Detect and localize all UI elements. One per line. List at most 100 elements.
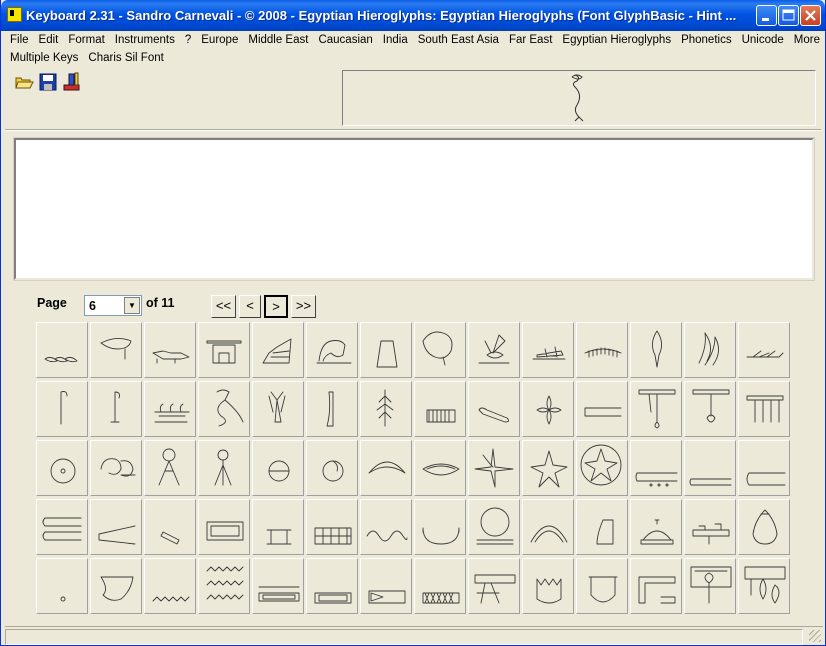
glyph-key-star-disk[interactable] <box>576 440 628 496</box>
resize-grip-icon[interactable] <box>809 630 821 642</box>
glyph-key-rectangle-slab[interactable] <box>198 499 250 555</box>
glyph-key-crown-box[interactable] <box>522 558 574 614</box>
glyph-key-stand[interactable] <box>198 440 250 496</box>
glyph-key-press-sign[interactable] <box>684 499 736 555</box>
glyph-key-loaf-corner[interactable] <box>576 499 628 555</box>
glyph-key-pufferfish[interactable] <box>414 322 466 378</box>
menu-help[interactable]: ? <box>180 32 196 46</box>
first-page-button[interactable]: << <box>211 295 236 318</box>
glyph-key-pestle[interactable] <box>144 499 196 555</box>
menu-instruments[interactable]: Instruments <box>110 32 180 46</box>
glyph-key-table-offering[interactable] <box>468 558 520 614</box>
page-select[interactable]: 6 ▼ <box>84 295 142 316</box>
menu-unicode[interactable]: Unicode <box>737 32 789 46</box>
glyph-key-house-slab[interactable] <box>252 558 304 614</box>
glyph-key-cross-hatch[interactable] <box>414 558 466 614</box>
glyph-key-crescent-moon[interactable] <box>414 440 466 496</box>
glyph-key-lotus-flower[interactable] <box>198 381 250 437</box>
menu-caucasian[interactable]: Caucasian <box>313 32 377 46</box>
glyph-key-papyrus-clump[interactable] <box>144 381 196 437</box>
glyph-key-lily-bundle[interactable] <box>252 381 304 437</box>
glyph-key-dorsal-fin[interactable] <box>252 322 304 378</box>
glyph-key-triple-water[interactable] <box>198 558 250 614</box>
maximize-button[interactable] <box>778 5 799 26</box>
menu-multiple-keys[interactable]: Multiple Keys <box>5 50 83 64</box>
glyph-key-mirror-shrine[interactable] <box>684 558 736 614</box>
glyph-key-rectangle-box[interactable] <box>306 558 358 614</box>
glyph-key-flat-bar[interactable] <box>684 440 736 496</box>
glyph-key-centipede[interactable] <box>576 322 628 378</box>
glyph-key-comb-sign[interactable] <box>738 381 790 437</box>
glyph-key-tree[interactable] <box>360 381 412 437</box>
menu-india[interactable]: India <box>378 32 413 46</box>
glyph-key-horizon-disk[interactable] <box>252 440 304 496</box>
menu-middle-east[interactable]: Middle East <box>243 32 313 46</box>
menu-format[interactable]: Format <box>63 32 109 46</box>
menu-more[interactable]: More <box>789 32 825 46</box>
glyph-key-seed-pod[interactable] <box>468 381 520 437</box>
glyph-key-horn[interactable] <box>90 558 142 614</box>
glyph-key-lily-stem[interactable] <box>90 381 142 437</box>
glyph-key-house-plan[interactable] <box>630 558 682 614</box>
glyph-key-sphere[interactable] <box>306 440 358 496</box>
glyph-key-dot[interactable] <box>36 558 88 614</box>
glyph-key-zigzag[interactable] <box>144 558 196 614</box>
minimize-button[interactable] <box>756 5 777 26</box>
menu-file[interactable]: File <box>5 32 34 46</box>
menu-far-east[interactable]: Far East <box>504 32 557 46</box>
glyph-key-pool-disk[interactable] <box>468 499 520 555</box>
glyph-key-heart-jar[interactable] <box>738 499 790 555</box>
glyph-key-grasshopper[interactable] <box>522 322 574 378</box>
close-button[interactable] <box>800 5 821 26</box>
glyph-key-star-tripod[interactable] <box>144 440 196 496</box>
glyph-key-four-petal[interactable] <box>522 381 574 437</box>
menu-europe[interactable]: Europe <box>196 32 243 46</box>
glyph-key-star-flower[interactable] <box>468 440 520 496</box>
glyph-key-star[interactable] <box>522 440 574 496</box>
prev-page-button[interactable]: < <box>239 295 261 318</box>
glyph-key-dome-arch[interactable] <box>522 499 574 555</box>
menu-south-east-asia[interactable]: South East Asia <box>413 32 504 46</box>
menu-phonetics[interactable]: Phonetics <box>676 32 737 46</box>
glyph-key-dome-vessel[interactable] <box>630 499 682 555</box>
save-button[interactable] <box>37 71 59 93</box>
glyph-key-bee[interactable] <box>468 322 520 378</box>
menu-charis-sil-font[interactable]: Charis Sil Font <box>83 50 168 64</box>
glyph-key-cord-rest[interactable] <box>576 381 628 437</box>
menu-edit[interactable]: Edit <box>34 32 64 46</box>
text-editor-area[interactable] <box>13 137 815 281</box>
glyph-key-walking-stick[interactable] <box>36 381 88 437</box>
glyph-key-water-wave[interactable] <box>360 499 412 555</box>
glyph-key-dotted-bar[interactable] <box>630 440 682 496</box>
glyph-key-basin[interactable] <box>414 499 466 555</box>
last-page-button[interactable]: >> <box>291 295 316 318</box>
glyph-key-fire-drill[interactable] <box>90 499 142 555</box>
open-button[interactable] <box>13 71 35 93</box>
title-bar[interactable]: Keyboard 2.31 - Sandro Carnevali - © 200… <box>1 0 825 31</box>
glyph-key-mound[interactable] <box>360 322 412 378</box>
glyph-key-hoe-right[interactable] <box>684 381 736 437</box>
glyph-key-arrow-box[interactable] <box>360 558 412 614</box>
unicode-tool-button[interactable] <box>61 71 83 93</box>
glyph-key-grid-plot[interactable] <box>306 499 358 555</box>
glyph-key-loaves[interactable] <box>36 322 88 378</box>
glyph-key-frog[interactable] <box>306 322 358 378</box>
glyph-key-sun-disk[interactable] <box>36 440 88 496</box>
glyph-key-branch[interactable] <box>738 322 790 378</box>
glyph-key-sun-rays[interactable] <box>90 440 142 496</box>
glyph-key-jar-u[interactable] <box>576 558 628 614</box>
glyph-key-double-bar[interactable] <box>36 499 88 555</box>
glyph-key-flowers[interactable] <box>684 322 736 378</box>
glyph-key-crocodile[interactable] <box>144 322 196 378</box>
glyph-key-leaf[interactable] <box>630 322 682 378</box>
glyph-key-bird-head[interactable] <box>90 322 142 378</box>
glyph-key-scribe-kit[interactable] <box>738 558 790 614</box>
glyph-key-bar-outline[interactable] <box>738 440 790 496</box>
next-page-button[interactable]: > <box>264 295 288 318</box>
glyph-key-arc-sky[interactable] <box>360 440 412 496</box>
keyboard-app-icon[interactable] <box>7 7 22 22</box>
glyph-key-crocodile-shrine[interactable] <box>198 322 250 378</box>
glyph-key-reed-bundle[interactable] <box>414 381 466 437</box>
glyph-key-knife-blade[interactable] <box>306 381 358 437</box>
dropdown-arrow-icon[interactable]: ▼ <box>124 297 140 314</box>
